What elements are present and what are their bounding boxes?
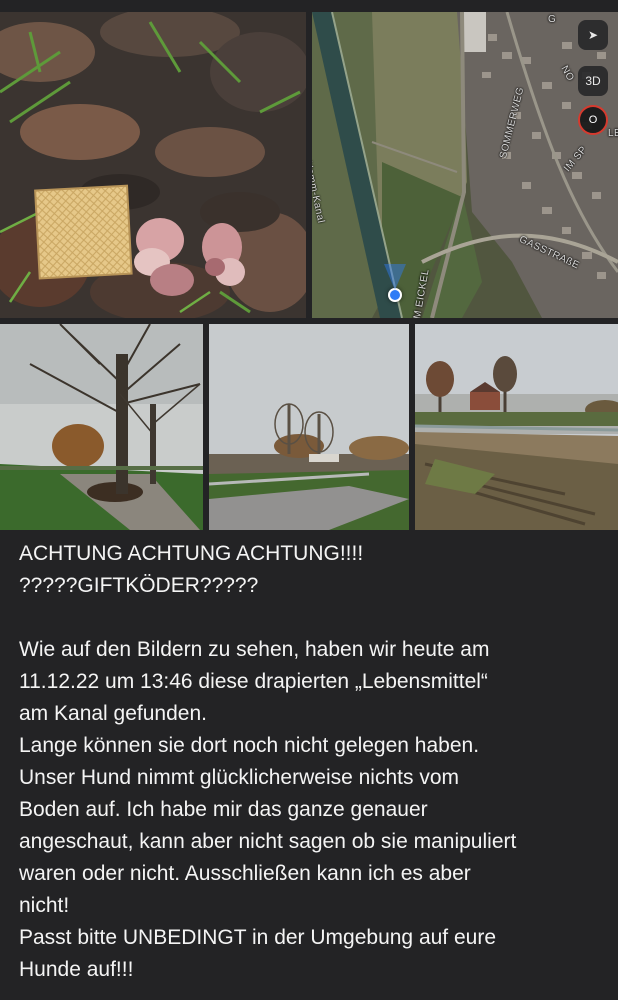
message-line: Unser Hund nimmt glücklicherweise nichts… <box>19 766 459 789</box>
message-line: waren oder nicht. Ausschließen kann ich … <box>19 862 471 885</box>
location-arrow-button[interactable]: ➤ <box>578 20 608 50</box>
message-line: 11.12.22 um 13:46 diese drapierten „Lebe… <box>19 670 488 693</box>
field-track-photo[interactable] <box>415 324 618 530</box>
message-line: am Kanal gefunden. <box>19 702 207 725</box>
map-screenshot[interactable]: Datteln-Hamm-Kanal SOMMERWEG GASSTRAßE M… <box>312 12 618 318</box>
map-label-le: LE <box>608 128 618 139</box>
tree-path-photo[interactable] <box>0 324 203 530</box>
message-line: Wie auf den Bildern zu sehen, haben wir … <box>19 638 490 661</box>
message-headline: ACHTUNG ACHTUNG ACHTUNG!!!! <box>19 542 364 565</box>
message-line: Passt bitte UNBEDINGT in der Umgebung au… <box>19 926 497 949</box>
message-text: ACHTUNG ACHTUNG ACHTUNG!!!! ?????GIFTKÖD… <box>19 538 609 986</box>
message-line: Boden auf. Ich habe mir das ganze genaue… <box>19 798 428 821</box>
location-arrow-icon: ➤ <box>587 28 599 42</box>
map-label-g: G <box>548 14 557 25</box>
top-strip <box>0 0 618 12</box>
location-heading-beam <box>384 264 406 290</box>
message-subheadline: ?????GIFTKÖDER????? <box>19 574 259 597</box>
message-line: nicht! <box>19 894 70 917</box>
canal-path-photo[interactable] <box>209 324 409 530</box>
bait-photo[interactable] <box>0 12 306 318</box>
message-line: Hunde auf!!! <box>19 958 134 981</box>
photo-grid: Datteln-Hamm-Kanal SOMMERWEG GASSTRAßE M… <box>0 12 618 530</box>
3d-button[interactable]: 3D <box>578 66 608 96</box>
compass-button[interactable]: O <box>578 105 608 135</box>
message-line: Lange können sie dort noch nicht gelegen… <box>19 734 480 757</box>
message-line: angeschaut, kann aber nicht sagen ob sie… <box>19 830 517 853</box>
